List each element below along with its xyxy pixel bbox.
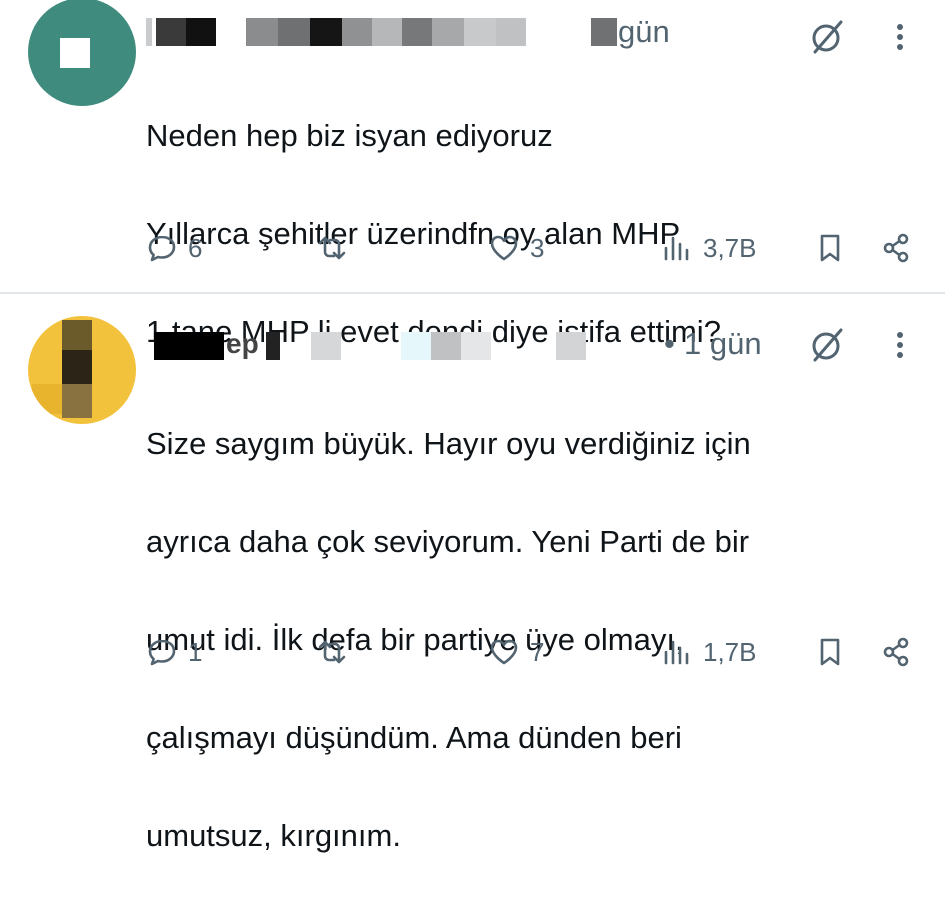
share-button[interactable] (880, 228, 912, 268)
text-line: umutsuz, kırgınım. (146, 818, 401, 853)
avatar[interactable] (28, 0, 136, 106)
text-line: çalışmayı düşündüm. Ama dünden beri (146, 720, 682, 755)
retweet-icon (318, 640, 346, 664)
like-icon (490, 639, 518, 665)
like-button[interactable]: 7 (488, 632, 544, 672)
retweet-icon (318, 236, 346, 260)
avatar[interactable] (28, 316, 136, 424)
views-button[interactable]: 1,7B (661, 632, 757, 672)
views-count: 1,7B (703, 636, 757, 667)
views-button[interactable]: 3,7B (661, 228, 757, 268)
views-count: 3,7B (703, 232, 757, 263)
reply-count: 1 (188, 636, 203, 667)
action-bar: 1 7 1,7B (146, 632, 916, 672)
like-button[interactable]: 3 (488, 228, 544, 268)
time-separator: • (664, 326, 675, 361)
grok-icon[interactable] (809, 326, 847, 364)
more-icon[interactable] (893, 328, 907, 362)
author-row: gün (146, 14, 846, 54)
post-time[interactable]: 1 gün (684, 326, 762, 362)
redacted-name (146, 18, 152, 46)
bookmark-button[interactable] (814, 228, 846, 268)
retweet-button[interactable] (316, 228, 348, 268)
like-count: 3 (530, 232, 545, 263)
reply-icon (148, 639, 176, 666)
bookmark-button[interactable] (814, 632, 846, 672)
post-1[interactable]: gün Neden hep biz isyan ediyoruz Yıllarc… (0, 0, 945, 349)
bookmark-icon (820, 638, 840, 666)
views-icon (664, 640, 689, 665)
share-icon (883, 637, 909, 667)
like-icon (490, 235, 518, 261)
author-row: ep • 1 gün (146, 326, 846, 368)
more-icon[interactable] (893, 20, 907, 54)
action-bar: 6 3 3,7B (146, 228, 916, 268)
redacted-name (154, 332, 224, 360)
post-time[interactable]: gün (618, 14, 670, 50)
reply-count: 6 (188, 232, 203, 263)
share-button[interactable] (880, 632, 912, 672)
post-2[interactable]: ep • 1 gün Size saygım büyük. Hayır oyu … (0, 294, 945, 853)
like-count: 7 (530, 636, 545, 667)
share-icon (883, 233, 909, 263)
reply-button[interactable]: 6 (146, 228, 202, 268)
bookmark-icon (820, 234, 840, 262)
text-line: ayrıca daha çok seviyorum. Yeni Parti de… (146, 524, 750, 559)
retweet-button[interactable] (316, 632, 348, 672)
text-line: Neden hep biz isyan ediyoruz (146, 118, 553, 153)
views-icon (664, 236, 689, 261)
grok-icon[interactable] (809, 18, 847, 56)
text-line: Size saygım büyük. Hayır oyu verdiğiniz … (146, 426, 751, 461)
author-name-fragment: ep (226, 328, 259, 359)
reply-button[interactable]: 1 (146, 632, 202, 672)
reply-icon (148, 235, 176, 262)
